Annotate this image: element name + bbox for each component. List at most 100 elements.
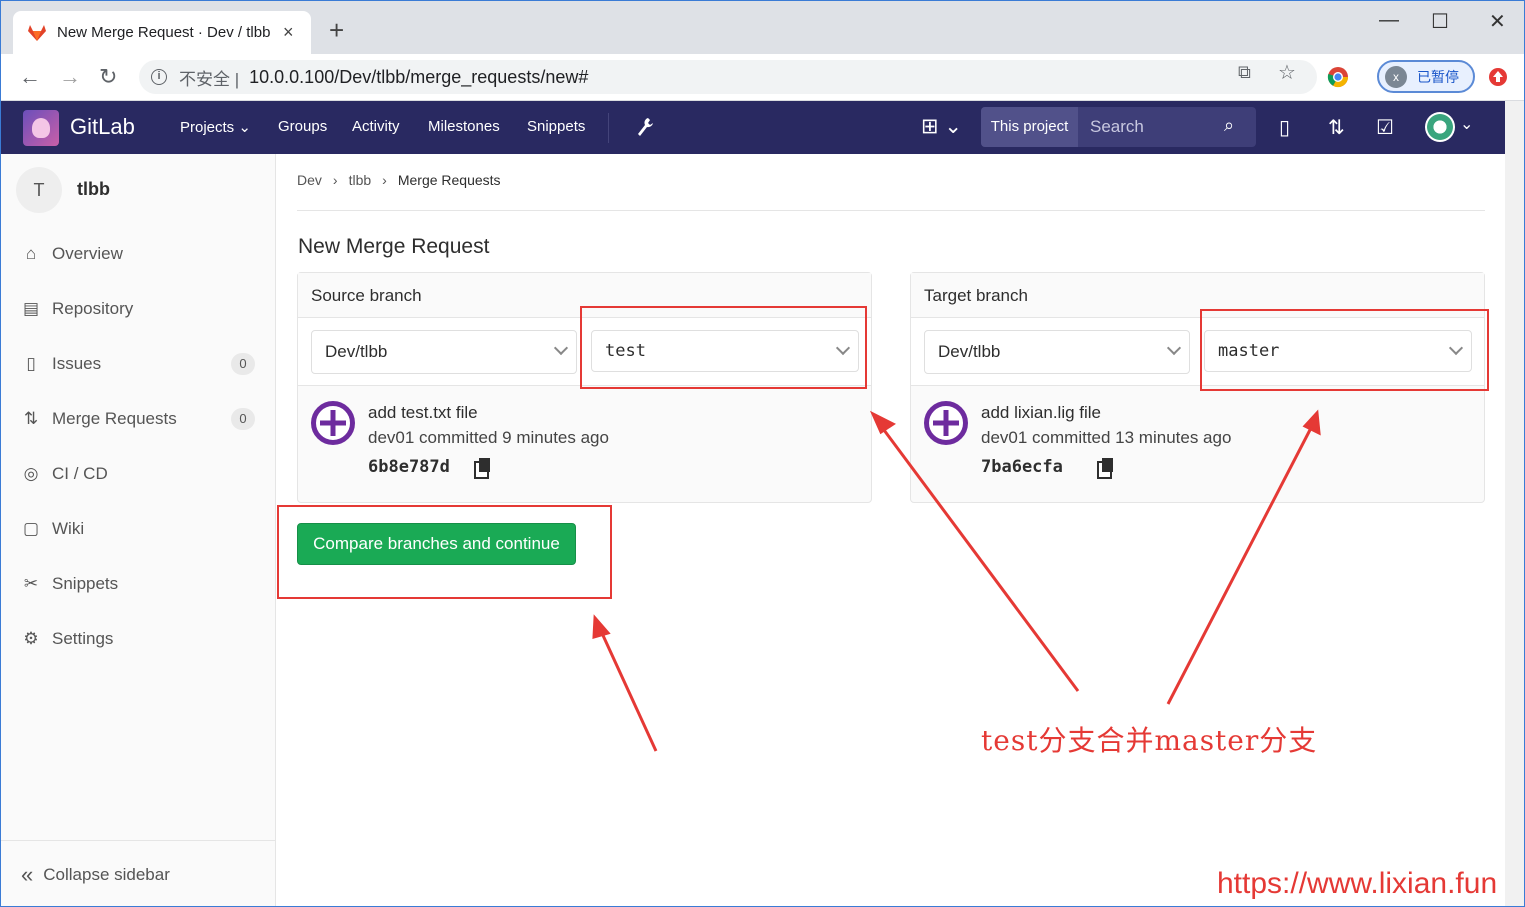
- merge-request-icon: ⇅: [23, 409, 39, 428]
- new-tab-icon[interactable]: +: [329, 17, 344, 43]
- issues-icon[interactable]: ▯: [1279, 115, 1290, 140]
- profile-button[interactable]: x 已暂停: [1377, 60, 1475, 93]
- sidebar-item-repository[interactable]: ▤ Repository: [21, 294, 261, 324]
- issues-icon: ▯: [26, 354, 36, 373]
- commit-meta: dev01 committed 13 minutes ago: [981, 428, 1232, 447]
- copy-icon[interactable]: [1097, 458, 1115, 479]
- nav-divider: [608, 113, 609, 143]
- sidebar-item-issues[interactable]: ▯ Issues 0: [21, 349, 261, 379]
- sidebar-item-settings[interactable]: ⚙ Settings: [21, 624, 261, 654]
- nav-snippets[interactable]: Snippets: [527, 118, 585, 135]
- tab-title: New Merge Request · Dev / tlbb: [57, 24, 271, 41]
- reload-icon[interactable]: ↻: [99, 64, 117, 90]
- target-project-dropdown[interactable]: Dev/tlbb: [924, 330, 1190, 374]
- insecure-label: 不安全 |: [179, 69, 240, 89]
- tab-close-icon[interactable]: ×: [283, 22, 294, 43]
- browser-tab[interactable]: New Merge Request · Dev / tlbb ×: [13, 11, 311, 54]
- annotation-box-button: [277, 505, 612, 599]
- wrench-icon[interactable]: [635, 116, 655, 138]
- breadcrumb-dev[interactable]: Dev: [297, 172, 322, 188]
- chevron-down-icon: [553, 340, 569, 356]
- bookmark-star-icon[interactable]: ☆: [1278, 60, 1296, 85]
- dropdown-value: Dev/tlbb: [325, 342, 388, 361]
- commit-sha[interactable]: 6b8e787d: [368, 457, 450, 477]
- sidebar-item-wiki[interactable]: ▢ Wiki: [21, 514, 261, 544]
- forward-icon[interactable]: →: [59, 64, 81, 90]
- search-input[interactable]: Search: [1090, 117, 1144, 137]
- chevron-down-icon[interactable]: ⌄: [1460, 114, 1473, 134]
- copy-icon[interactable]: [474, 458, 492, 479]
- commit-author-avatar[interactable]: [924, 401, 968, 445]
- sidebar-item-overview[interactable]: ⌂ Overview: [21, 239, 261, 269]
- new-item-icon[interactable]: ⊞ ⌄: [921, 114, 962, 139]
- commit-title[interactable]: add lixian.lig file: [981, 403, 1101, 423]
- count-badge: 0: [231, 408, 255, 430]
- sidebar-item-label: Overview: [52, 244, 123, 263]
- merge-requests-icon[interactable]: ⇅: [1328, 115, 1345, 140]
- chevron-down-icon: [1166, 340, 1182, 356]
- todos-icon[interactable]: ☑: [1376, 115, 1394, 140]
- page-scrollbar[interactable]: [1505, 101, 1524, 906]
- document-icon: ▤: [22, 299, 40, 318]
- gitlab-brand[interactable]: GitLab: [70, 114, 135, 140]
- user-avatar[interactable]: [1425, 112, 1455, 142]
- rocket-icon: ◎: [23, 464, 39, 483]
- chrome-extension-icon[interactable]: [1327, 66, 1349, 88]
- page-title: New Merge Request: [298, 235, 490, 258]
- profile-status: 已暂停: [1417, 68, 1459, 85]
- nav-milestones[interactable]: Milestones: [428, 118, 500, 135]
- translate-icon[interactable]: ⧉: [1238, 62, 1251, 83]
- breadcrumb-separator: ›: [332, 172, 338, 188]
- search-icon[interactable]: ⌕: [1224, 115, 1234, 136]
- watermark: https://www.lixian.fun: [1217, 867, 1498, 900]
- annotation-text: test分支合并master分支: [981, 724, 1318, 757]
- window-close-icon[interactable]: ✕: [1489, 9, 1506, 34]
- nav-groups[interactable]: Groups: [278, 118, 327, 135]
- sidebar-item-merge-requests[interactable]: ⇅ Merge Requests 0: [21, 404, 261, 434]
- commit-author-avatar[interactable]: [311, 401, 355, 445]
- minimize-icon[interactable]: —: [1379, 9, 1399, 32]
- nav-activity[interactable]: Activity: [352, 118, 400, 135]
- info-icon[interactable]: i: [151, 69, 167, 85]
- collapse-label: Collapse sidebar: [43, 864, 170, 884]
- collapse-sidebar-button[interactable]: « Collapse sidebar: [1, 840, 275, 906]
- dropdown-value: Dev/tlbb: [938, 342, 1001, 361]
- gitlab-logo-icon[interactable]: [23, 110, 59, 146]
- commit-meta: dev01 committed 9 minutes ago: [368, 428, 609, 447]
- source-commit: add test.txt file dev01 committed 9 minu…: [311, 398, 851, 488]
- profile-avatar: x: [1385, 65, 1407, 88]
- search-scope[interactable]: This project: [981, 107, 1078, 147]
- project-name[interactable]: tlbb: [77, 179, 110, 200]
- nav-projects[interactable]: Projects ⌄: [180, 118, 251, 136]
- arrow-to-button: [599, 630, 658, 752]
- home-icon: ⌂: [25, 244, 37, 263]
- project-avatar[interactable]: T: [16, 167, 62, 213]
- breadcrumb-tlbb[interactable]: tlbb: [349, 172, 372, 188]
- breadcrumb-merge-requests[interactable]: Merge Requests: [398, 172, 501, 188]
- arrow-head-source: [869, 410, 896, 435]
- browser-tabstrip: New Merge Request · Dev / tlbb × + — ☐ ✕: [1, 1, 1524, 54]
- sidebar-item-snippets[interactable]: ✂ Snippets: [21, 569, 261, 599]
- sidebar-item-label: Repository: [52, 299, 134, 318]
- count-badge: 0: [231, 353, 255, 375]
- sidebar-item-label: Snippets: [52, 574, 119, 593]
- arrow-head-button: [592, 614, 611, 640]
- maximize-icon[interactable]: ☐: [1431, 9, 1449, 34]
- sidebar-item-label: Merge Requests: [52, 409, 177, 428]
- commit-title[interactable]: add test.txt file: [368, 403, 478, 423]
- commit-sha[interactable]: 7ba6ecfa: [981, 457, 1063, 477]
- sidebar-item-ci-cd[interactable]: ◎ CI / CD: [21, 459, 261, 489]
- source-project-dropdown[interactable]: Dev/tlbb: [311, 330, 577, 374]
- update-icon[interactable]: [1488, 67, 1508, 87]
- search-box[interactable]: This project Search ⌕: [981, 107, 1256, 147]
- address-bar[interactable]: i 不安全 | 10.0.0.100/Dev/tlbb/merge_reques…: [139, 60, 1317, 94]
- scissors-icon: ✂: [23, 574, 39, 593]
- project-sidebar: T tlbb ⌂ Overview ▤ Repository ▯ Issues …: [1, 154, 276, 906]
- annotation-box-target: [1200, 309, 1489, 391]
- screenshot: New Merge Request · Dev / tlbb × + — ☐ ✕…: [0, 0, 1525, 907]
- sidebar-item-label: Wiki: [52, 519, 85, 538]
- book-icon: ▢: [22, 519, 40, 538]
- url-text[interactable]: 10.0.0.100/Dev/tlbb/merge_requests/new#: [249, 67, 588, 88]
- back-icon[interactable]: ←: [19, 64, 41, 90]
- gitlab-favicon-icon: [28, 24, 46, 41]
